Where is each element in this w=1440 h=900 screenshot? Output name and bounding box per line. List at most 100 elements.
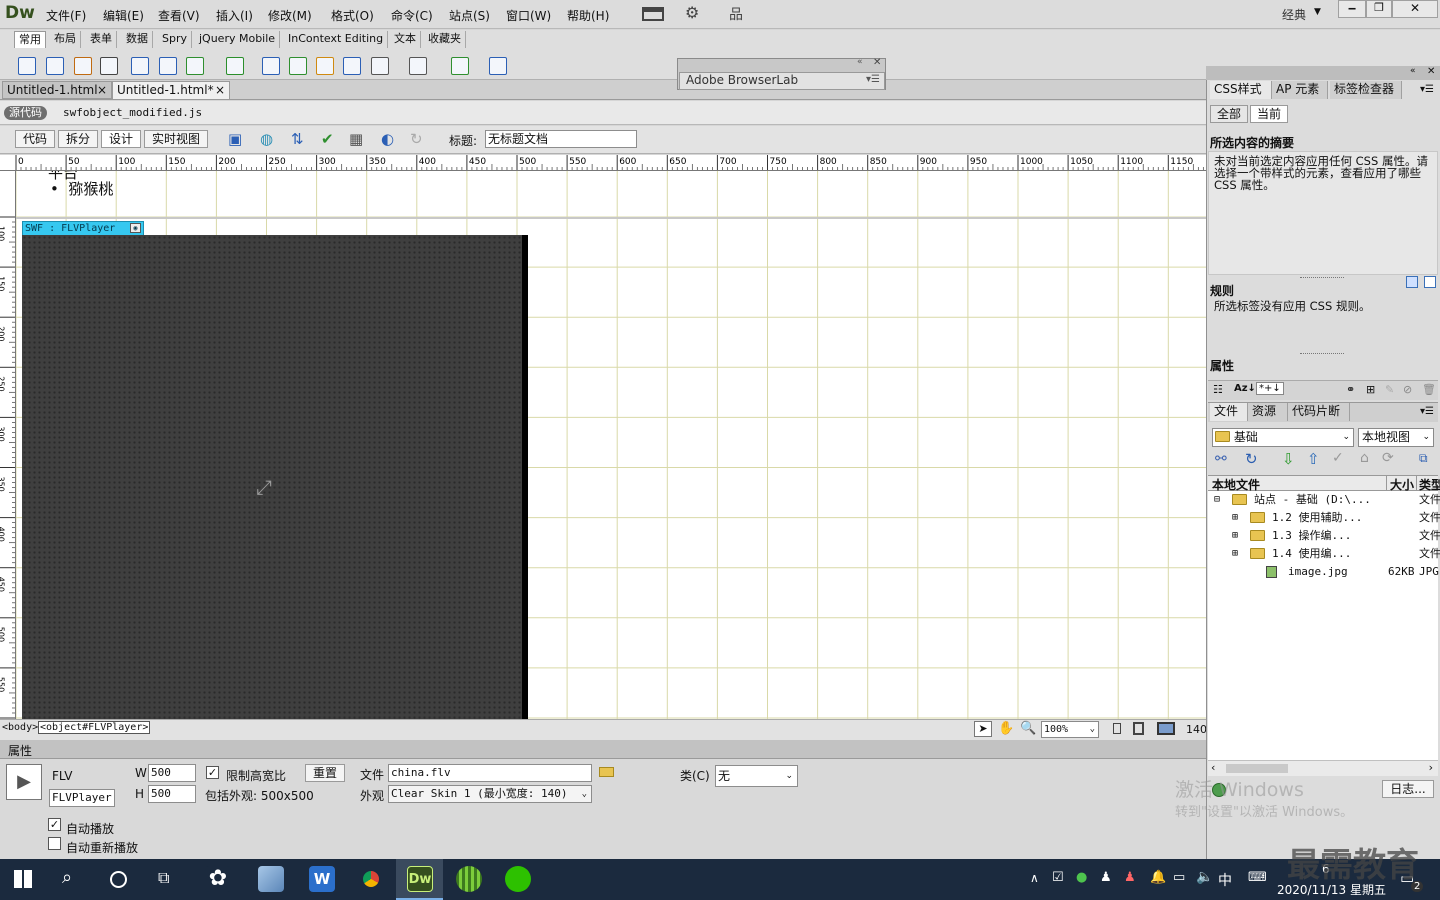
chrome-app-icon[interactable]: [358, 866, 384, 892]
scroll-thumb[interactable]: [1226, 764, 1288, 773]
constrain-checkbox[interactable]: ✓: [206, 766, 219, 779]
tag-object[interactable]: <object#FLVPlayer>: [38, 721, 151, 734]
comment-icon[interactable]: [343, 57, 361, 75]
menu-item[interactable]: 插入(I): [216, 7, 253, 24]
eye-icon[interactable]: ◉: [130, 223, 141, 233]
object-id-input[interactable]: FLVPlayer: [49, 789, 115, 807]
view-button[interactable]: 代码: [15, 130, 55, 148]
cortana-icon[interactable]: [110, 871, 127, 888]
source-code-button[interactable]: 源代码: [4, 106, 47, 120]
site-icon[interactable]: 品: [729, 4, 743, 24]
connect-icon[interactable]: ⚯: [1215, 451, 1227, 467]
dreamweaver-app-icon[interactable]: Dw: [407, 866, 433, 892]
expand-toggle-icon[interactable]: ⊞: [1232, 545, 1238, 563]
collapse-icon[interactable]: «: [857, 57, 863, 67]
menu-item[interactable]: 帮助(H): [567, 7, 609, 24]
tree-row[interactable]: ⊞ 1.4 使用编... 文件: [1210, 545, 1440, 563]
melon-app-icon[interactable]: [456, 866, 482, 892]
browse-folder-icon[interactable]: [599, 767, 614, 777]
qq-tray-icon[interactable]: ♟: [1100, 870, 1112, 885]
desktop-size-icon[interactable]: [1157, 722, 1175, 735]
refresh-icon[interactable]: ↻: [410, 130, 423, 148]
ime-indicator[interactable]: 中: [1218, 870, 1232, 890]
tag-chooser-icon[interactable]: [489, 57, 507, 75]
tree-row[interactable]: ⊞ 1.2 使用辅助... 文件: [1210, 509, 1440, 527]
chevron-down-icon[interactable]: ▼: [1314, 7, 1321, 17]
view-select[interactable]: 本地视图 ⌄: [1358, 428, 1434, 447]
search-icon[interactable]: ⌕: [62, 867, 72, 888]
network-icon[interactable]: ▭: [1173, 870, 1185, 885]
resize-grip[interactable]: [1300, 353, 1344, 354]
refresh-icon[interactable]: ↻: [1245, 450, 1258, 468]
check-compat-icon[interactable]: ✔: [321, 130, 334, 148]
checkin-icon[interactable]: ⌂: [1360, 450, 1369, 466]
panel-menu-icon[interactable]: ▾☰: [866, 74, 880, 85]
doc-tab-2[interactable]: Untitled-1.html* ×: [112, 81, 230, 99]
live-code-icon[interactable]: ◐: [381, 130, 394, 148]
hyperlink-icon[interactable]: [18, 57, 36, 75]
ap-div-icon[interactable]: [159, 57, 177, 75]
close-panel-icon[interactable]: ✕: [1427, 66, 1435, 77]
head-icon[interactable]: [371, 57, 389, 75]
bell-tray-icon[interactable]: 🔔: [1150, 870, 1166, 885]
keyboard-icon[interactable]: ⌨: [1248, 870, 1267, 885]
reset-button[interactable]: 重置: [305, 764, 345, 782]
script-icon[interactable]: [409, 57, 427, 75]
tree-row[interactable]: ⊞ 1.3 操作编... 文件: [1210, 527, 1440, 545]
workspace-switcher[interactable]: 经典: [1282, 6, 1306, 23]
trash-icon[interactable]: 🗑: [1422, 383, 1436, 396]
title-input[interactable]: 无标题文档: [485, 130, 637, 148]
multiscreen-icon[interactable]: ▣: [228, 130, 242, 148]
tablet-size-icon[interactable]: [1133, 722, 1144, 735]
preview-browser-icon[interactable]: ◍: [260, 130, 273, 148]
view-button[interactable]: 拆分: [58, 130, 98, 148]
email-icon[interactable]: [46, 57, 64, 75]
alpha-view-icon[interactable]: Az↓: [1234, 383, 1256, 394]
insert-tab[interactable]: jQuery Mobile: [195, 31, 281, 48]
css-panel-tab[interactable]: CSS样式: [1210, 81, 1272, 99]
menu-item[interactable]: 编辑(E): [103, 7, 144, 24]
hand-tool-icon[interactable]: ✋: [998, 721, 1014, 736]
insert-tab[interactable]: 常用: [14, 31, 46, 48]
sync-icon[interactable]: ⟳: [1382, 450, 1394, 466]
wechat-app-icon[interactable]: [505, 866, 531, 892]
expand-toggle-icon[interactable]: ⊟: [1214, 491, 1220, 509]
skin-select[interactable]: Clear Skin 1 (最小宽度: 140) ⌄: [388, 785, 592, 803]
insert-tab[interactable]: 数据: [122, 31, 153, 48]
mode-current-button[interactable]: 当前: [1250, 105, 1288, 123]
table-icon[interactable]: [100, 57, 118, 75]
file-management-icon[interactable]: ⇅: [291, 130, 304, 148]
height-input[interactable]: 500: [148, 785, 196, 803]
server-include-icon[interactable]: [316, 57, 334, 75]
menu-item[interactable]: 窗口(W): [506, 7, 551, 24]
css-panel-tab[interactable]: 标签检查器: [1330, 81, 1402, 99]
horizontal-scrollbar[interactable]: ‹ ›: [1208, 760, 1438, 776]
arrow-left-icon[interactable]: ‹: [1211, 761, 1215, 774]
zoom-select[interactable]: 100% ⌄: [1041, 721, 1099, 738]
swf-label-tab[interactable]: SWF : FLVPlayer ◉: [22, 221, 144, 236]
view-button[interactable]: 设计: [101, 130, 141, 148]
notepad-app-icon[interactable]: [258, 866, 284, 892]
get-icon[interactable]: ⇩: [1282, 450, 1295, 468]
menu-item[interactable]: 文件(F): [46, 7, 86, 24]
close-tab-icon[interactable]: ×: [97, 82, 107, 99]
put-icon[interactable]: ⇧: [1307, 450, 1320, 468]
task-view-icon[interactable]: ⧉: [158, 868, 169, 888]
qq2-tray-icon[interactable]: ♟: [1124, 870, 1136, 885]
start-windows-icon[interactable]: [14, 870, 32, 888]
image-icon[interactable]: [186, 57, 204, 75]
set-props-icon[interactable]: *+↓: [1256, 382, 1284, 395]
resize-grip[interactable]: [1300, 277, 1344, 278]
expand-icon[interactable]: ⧉: [1419, 451, 1428, 466]
select-tool-icon[interactable]: ➤: [974, 721, 992, 737]
file-input[interactable]: china.flv: [388, 764, 592, 782]
pinwheel-app-icon[interactable]: ✿: [205, 866, 231, 892]
tag-body[interactable]: <body>: [2, 722, 38, 733]
autorewind-checkbox[interactable]: [48, 837, 61, 850]
visual-aids-icon[interactable]: ▦: [349, 130, 363, 148]
menu-item[interactable]: 站点(S): [449, 7, 490, 24]
insert-tab[interactable]: InContext Editing: [284, 31, 389, 48]
files-panel-tab[interactable]: 资源: [1248, 403, 1288, 421]
div-icon[interactable]: [131, 57, 149, 75]
insert-tab[interactable]: 表单: [86, 31, 117, 48]
